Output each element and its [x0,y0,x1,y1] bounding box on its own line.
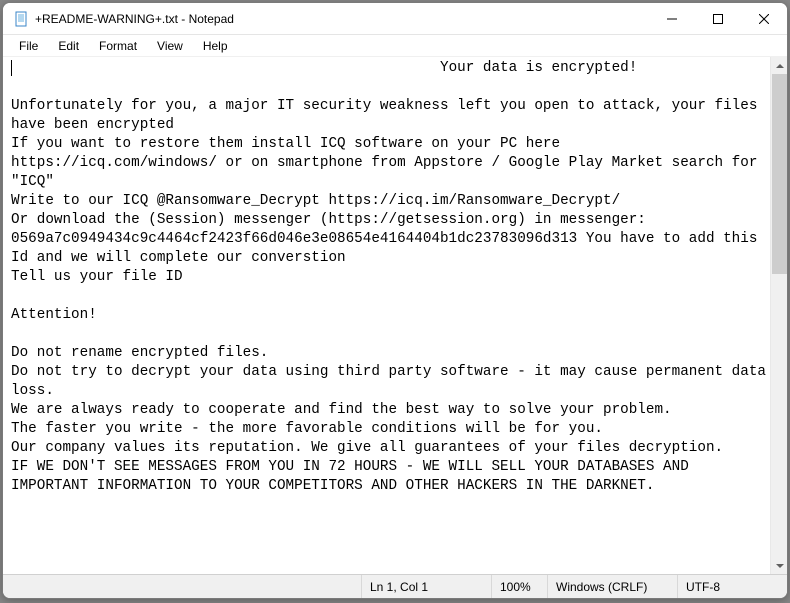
text-caret [11,60,12,76]
menu-view[interactable]: View [147,37,193,55]
status-position: Ln 1, Col 1 [361,575,491,598]
statusbar: Ln 1, Col 1 100% Windows (CRLF) UTF-8 [3,574,787,598]
status-encoding: UTF-8 [677,575,787,598]
editor-area: Your data is encrypted! Unfortunately fo… [3,57,787,574]
minimize-button[interactable] [649,3,695,35]
menu-edit[interactable]: Edit [48,37,89,55]
scroll-up-arrow[interactable] [771,57,787,74]
menu-file[interactable]: File [9,37,48,55]
titlebar: +README-WARNING+.txt - Notepad [3,3,787,35]
vertical-scrollbar[interactable] [770,57,787,574]
status-lineending: Windows (CRLF) [547,575,677,598]
status-zoom: 100% [491,575,547,598]
window-controls [649,3,787,34]
close-button[interactable] [741,3,787,35]
scroll-thumb[interactable] [772,74,787,274]
notepad-icon [13,11,29,27]
window-title: +README-WARNING+.txt - Notepad [35,12,649,26]
maximize-button[interactable] [695,3,741,35]
text-content[interactable]: Your data is encrypted! Unfortunately fo… [3,57,770,574]
notepad-window: +README-WARNING+.txt - Notepad File Edit… [2,2,788,599]
menubar: File Edit Format View Help [3,35,787,57]
menu-help[interactable]: Help [193,37,238,55]
scroll-down-arrow[interactable] [771,557,787,574]
menu-format[interactable]: Format [89,37,147,55]
